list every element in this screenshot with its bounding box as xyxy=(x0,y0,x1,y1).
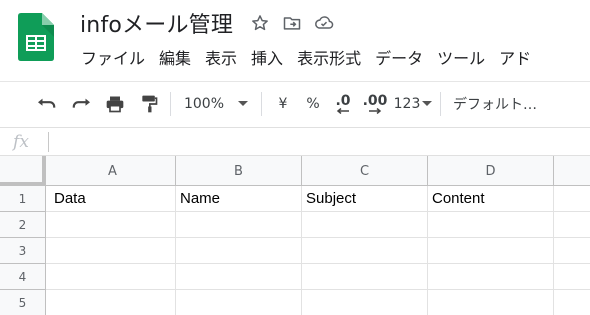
column-header-c[interactable]: C xyxy=(302,156,428,186)
toolbar: 100% ¥ % .0 .00 123 デフォルト… xyxy=(0,81,590,125)
document-title[interactable]: infoメール管理 xyxy=(80,7,233,39)
cell-b2[interactable] xyxy=(176,212,302,238)
zoom-value: 100% xyxy=(183,95,225,112)
cell-a1[interactable]: Data xyxy=(50,186,176,212)
cell-b3[interactable] xyxy=(176,238,302,264)
cell-b1[interactable]: Name xyxy=(176,186,302,212)
cell-b4[interactable] xyxy=(176,264,302,290)
table-row: 3 xyxy=(0,238,590,264)
menu-edit[interactable]: 編集 xyxy=(152,45,198,73)
row-header[interactable]: 4 xyxy=(0,264,46,290)
paint-format-icon[interactable] xyxy=(134,89,164,119)
sheets-logo-icon[interactable] xyxy=(18,13,54,61)
move-to-folder-icon[interactable] xyxy=(279,10,305,36)
cell-b5[interactable] xyxy=(176,290,302,315)
more-formats-label: 123 xyxy=(393,95,421,112)
undo-icon[interactable] xyxy=(32,89,62,119)
menu-file[interactable]: ファイル xyxy=(74,45,152,73)
cell-d1[interactable]: Content xyxy=(428,186,554,212)
cell-a3[interactable] xyxy=(50,238,176,264)
cell-d2[interactable] xyxy=(428,212,554,238)
font-select[interactable]: デフォルト… xyxy=(447,89,537,119)
zoom-select[interactable]: 100% xyxy=(177,89,255,119)
toolbar-separator xyxy=(440,91,441,116)
increase-decimal-button[interactable]: .00 xyxy=(358,89,392,119)
decrease-decimal-label: .0 xyxy=(335,92,351,109)
menu-bar: ファイル 編集 表示 挿入 表示形式 データ ツール アド xyxy=(74,45,538,73)
menu-addons[interactable]: アド xyxy=(492,45,538,73)
cell-a4[interactable] xyxy=(50,264,176,290)
decrease-decimal-button[interactable]: .0 xyxy=(328,89,358,119)
chevron-down-icon xyxy=(238,101,249,106)
cell-c1[interactable]: Subject xyxy=(302,186,428,212)
column-header-a[interactable]: A xyxy=(50,156,176,186)
table-row: 5 xyxy=(0,290,590,315)
star-icon[interactable] xyxy=(247,10,273,36)
formula-bar: fx xyxy=(0,127,590,156)
table-row: 1 Data Name Subject Content xyxy=(0,186,590,212)
chevron-down-icon xyxy=(422,101,433,106)
spreadsheet-grid: A B C D 1 Data Name Subject Content 2 3 … xyxy=(0,156,590,315)
increase-decimal-label: .00 xyxy=(362,92,388,109)
cell-c2[interactable] xyxy=(302,212,428,238)
print-icon[interactable] xyxy=(100,89,130,119)
menu-insert[interactable]: 挿入 xyxy=(244,45,290,73)
font-value: デフォルト… xyxy=(453,96,537,113)
formula-input[interactable] xyxy=(49,128,590,155)
menu-data[interactable]: データ xyxy=(368,45,430,73)
cell-d3[interactable] xyxy=(428,238,554,264)
app-header: infoメール管理 ファイル 編集 表示 挿入 表示形式 データ ツール アド xyxy=(0,0,590,80)
toolbar-separator xyxy=(170,91,171,116)
cell-c4[interactable] xyxy=(302,264,428,290)
menu-format[interactable]: 表示形式 xyxy=(290,45,368,73)
cell-a5[interactable] xyxy=(50,290,176,315)
cell-d5[interactable] xyxy=(428,290,554,315)
title-row: infoメール管理 xyxy=(80,7,337,39)
menu-view[interactable]: 表示 xyxy=(198,45,244,73)
row-header[interactable]: 3 xyxy=(0,238,46,264)
select-all-corner[interactable] xyxy=(0,156,46,186)
cloud-saved-icon[interactable] xyxy=(311,10,337,36)
currency-format-button[interactable]: ¥ xyxy=(268,89,298,119)
cell-a2[interactable] xyxy=(50,212,176,238)
toolbar-separator xyxy=(261,91,262,116)
cell-c3[interactable] xyxy=(302,238,428,264)
cell-c5[interactable] xyxy=(302,290,428,315)
more-formats-select[interactable]: 123 xyxy=(392,89,434,119)
column-header-b[interactable]: B xyxy=(176,156,302,186)
row-header[interactable]: 2 xyxy=(0,212,46,238)
percent-format-button[interactable]: % xyxy=(298,89,328,119)
column-header-row: A B C D xyxy=(0,156,590,186)
redo-icon[interactable] xyxy=(66,89,96,119)
fx-icon: fx xyxy=(13,131,29,152)
row-header[interactable]: 5 xyxy=(0,290,46,315)
menu-tools[interactable]: ツール xyxy=(430,45,492,73)
column-header-d[interactable]: D xyxy=(428,156,554,186)
arrow-left-icon xyxy=(336,107,349,114)
table-row: 4 xyxy=(0,264,590,290)
table-row: 2 xyxy=(0,212,590,238)
row-header[interactable]: 1 xyxy=(0,186,46,212)
arrow-right-icon xyxy=(369,107,382,114)
cell-d4[interactable] xyxy=(428,264,554,290)
